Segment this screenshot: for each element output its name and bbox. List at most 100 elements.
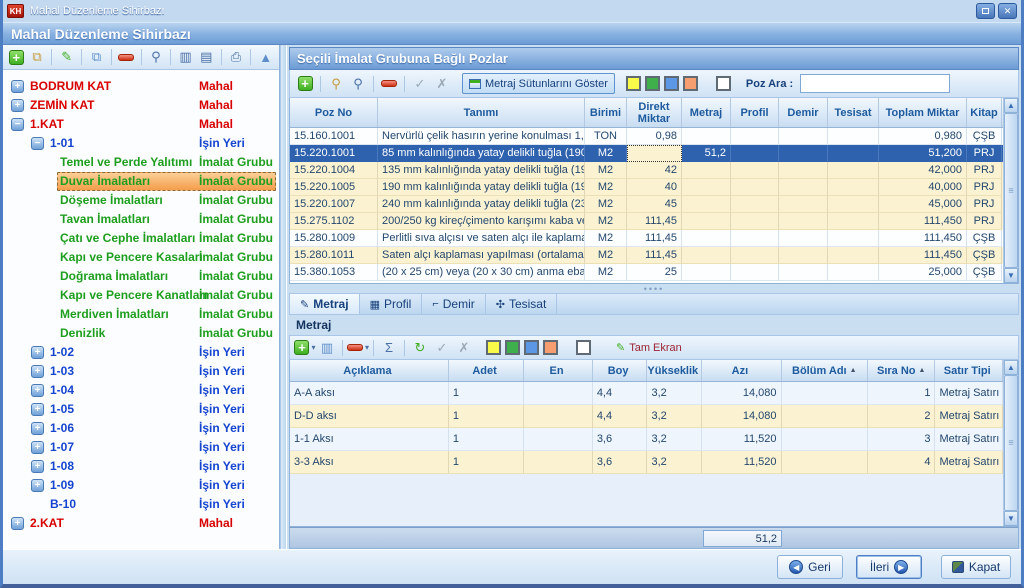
white-swatch[interactable]: [576, 340, 591, 355]
scroll-up-icon[interactable]: ▲: [1004, 98, 1018, 113]
add-icon[interactable]: +: [6, 47, 27, 67]
tree-item[interactable]: + 1-06 İşin Yeri: [3, 419, 279, 438]
column-header[interactable]: Toplam Miktar: [879, 98, 967, 127]
tree-expander-icon[interactable]: +: [31, 479, 44, 492]
orange-swatch[interactable]: [683, 76, 698, 91]
metraj-row[interactable]: D-D aksı 1 4,4 3,2 14,080 2 Metraj Satır…: [290, 405, 1003, 428]
poz-row[interactable]: 15.280.1011 Saten alçı kaplaması yapılma…: [290, 247, 1003, 264]
metraj-row[interactable]: 1-1 Aksı 1 3,6 3,2 11,520 3 Metraj Satır…: [290, 428, 1003, 451]
column-header[interactable]: Boy: [593, 360, 648, 381]
tree-item[interactable]: − 1-01 İşin Yeri: [3, 134, 279, 153]
orange-swatch[interactable]: [543, 340, 558, 355]
report-icon[interactable]: ▤: [196, 47, 217, 67]
column-header[interactable]: En: [524, 360, 593, 381]
cancel-metraj-icon[interactable]: ✗: [453, 338, 475, 358]
detail-tab[interactable]: ✣ Tesisat: [486, 294, 558, 314]
poz-row[interactable]: 15.380.1053 (20 x 25 cm) veya (20 x 30 c…: [290, 264, 1003, 281]
preview-icon[interactable]: ▥: [175, 47, 196, 67]
metraj-table-scrollbar[interactable]: ▲ ▼: [1003, 360, 1018, 526]
scroll-down-icon[interactable]: ▼: [1004, 268, 1018, 283]
poz-table-scrollbar[interactable]: ▲ ▼: [1003, 98, 1018, 283]
back-button[interactable]: ◀ Geri: [777, 555, 843, 579]
clone-icon[interactable]: ⧉: [27, 47, 48, 67]
column-header[interactable]: Direkt Miktar: [627, 98, 682, 127]
tree-expander-icon[interactable]: −: [31, 137, 44, 150]
tree-expander-icon[interactable]: +: [11, 517, 24, 530]
tree-item[interactable]: + 1-08 İşin Yeri: [3, 457, 279, 476]
maximize-button[interactable]: [976, 3, 995, 19]
column-header[interactable]: Tanımı: [378, 98, 585, 127]
delete-metraj-icon[interactable]: [347, 338, 369, 358]
tree-item[interactable]: Kapı ve Pencere Kasaları İmalat Grubu: [3, 248, 279, 267]
tree-item[interactable]: − 1.KAT Mahal: [3, 115, 279, 134]
green-swatch[interactable]: [505, 340, 520, 355]
tree-item[interactable]: Temel ve Perde Yalıtımı İmalat Grubu: [3, 153, 279, 172]
scroll-thumb[interactable]: [1004, 375, 1018, 511]
column-header[interactable]: Birimi: [585, 98, 627, 127]
tree-item[interactable]: Çatı ve Cephe İmalatları İmalat Grubu: [3, 229, 279, 248]
green-swatch[interactable]: [645, 76, 660, 91]
metraj-columns-toggle[interactable]: Metraj Sütunlarını Göster: [462, 73, 615, 94]
next-button[interactable]: İleri ▶: [856, 555, 922, 579]
copy-icon[interactable]: ⧉: [86, 47, 107, 67]
yellow-swatch[interactable]: [626, 76, 641, 91]
delete-poz-icon[interactable]: [378, 74, 400, 94]
delete-icon[interactable]: [116, 47, 137, 67]
tree-expander-icon[interactable]: +: [11, 80, 24, 93]
detail-tab[interactable]: ▦ Profil: [360, 294, 423, 314]
cancel-icon[interactable]: ✗: [431, 74, 453, 94]
tree-item[interactable]: Duvar İmalatları İmalat Grubu: [3, 172, 279, 191]
blue-swatch[interactable]: [664, 76, 679, 91]
column-header[interactable]: Yükseklik: [647, 360, 702, 381]
poz-row[interactable]: 15.280.1009 Perlitli sıva alçısı ve sate…: [290, 230, 1003, 247]
column-header[interactable]: Profil: [731, 98, 779, 127]
tree-expander-icon[interactable]: +: [31, 422, 44, 435]
tree-expander-icon[interactable]: +: [31, 346, 44, 359]
column-header[interactable]: Adet: [449, 360, 524, 381]
poz-row[interactable]: 15.220.1005 190 mm kalınlığında yatay de…: [290, 179, 1003, 196]
tree-item[interactable]: + BODRUM KAT Mahal: [3, 77, 279, 96]
blue-swatch[interactable]: [524, 340, 539, 355]
add-metraj-icon[interactable]: +: [294, 338, 316, 358]
tree-item[interactable]: Denizlik İmalat Grubu: [3, 324, 279, 343]
column-header[interactable]: Demir: [779, 98, 828, 127]
confirm-metraj-icon[interactable]: ✓: [431, 338, 453, 358]
export-metraj-icon[interactable]: ▥: [316, 338, 338, 358]
metraj-row[interactable]: 3-3 Aksı 1 3,6 3,2 11,520 4 Metraj Satır…: [290, 451, 1003, 474]
detail-tab[interactable]: ⌐ Demir: [422, 294, 485, 314]
tree-expander-icon[interactable]: −: [11, 118, 24, 131]
scroll-down-icon[interactable]: ▼: [1004, 511, 1018, 526]
tree-item[interactable]: + 1-07 İşin Yeri: [3, 438, 279, 457]
tree-item[interactable]: + 1-02 İşin Yeri: [3, 343, 279, 362]
column-header[interactable]: Kitap: [967, 98, 1002, 127]
find-poz-icon[interactable]: ⚲: [347, 74, 369, 94]
column-header[interactable]: Sıra No ▲: [868, 360, 936, 381]
tree-expander-icon[interactable]: +: [31, 460, 44, 473]
column-header[interactable]: Satır Tipi: [935, 360, 1003, 381]
tree-item[interactable]: Tavan İmalatları İmalat Grubu: [3, 210, 279, 229]
collapse-icon[interactable]: ▲: [255, 47, 276, 67]
confirm-icon[interactable]: ✓: [409, 74, 431, 94]
tree-item[interactable]: + 1-04 İşin Yeri: [3, 381, 279, 400]
tree-item[interactable]: Doğrama İmalatları İmalat Grubu: [3, 267, 279, 286]
add-poz-icon[interactable]: +: [294, 74, 316, 94]
column-header[interactable]: Tesisat: [828, 98, 879, 127]
tree-item[interactable]: B-10 İşin Yeri: [3, 495, 279, 514]
edit-icon[interactable]: ✎: [56, 47, 77, 67]
poz-row[interactable]: 15.275.1102 200/250 kg kireç/çimento kar…: [290, 213, 1003, 230]
table-splitter[interactable]: ••••: [289, 284, 1019, 293]
yellow-swatch[interactable]: [486, 340, 501, 355]
fullscreen-button[interactable]: ✎ Tam Ekran: [608, 338, 690, 357]
tree-item[interactable]: + 2.KAT Mahal: [3, 514, 279, 533]
tree-item[interactable]: Kapı ve Pencere Kanatları İmalat Grubu: [3, 286, 279, 305]
tree-item[interactable]: Merdiven İmalatları İmalat Grubu: [3, 305, 279, 324]
print-icon[interactable]: ⎙: [226, 47, 247, 67]
tree-expander-icon[interactable]: +: [31, 365, 44, 378]
close-wizard-button[interactable]: Kapat: [941, 555, 1011, 579]
scroll-up-icon[interactable]: ▲: [1004, 360, 1018, 375]
lookup-icon[interactable]: ⚲: [325, 74, 347, 94]
white-swatch[interactable]: [716, 76, 731, 91]
tree-item[interactable]: + 1-09 İşin Yeri: [3, 476, 279, 495]
scroll-thumb[interactable]: [1004, 113, 1018, 268]
tree-expander-icon[interactable]: +: [31, 403, 44, 416]
